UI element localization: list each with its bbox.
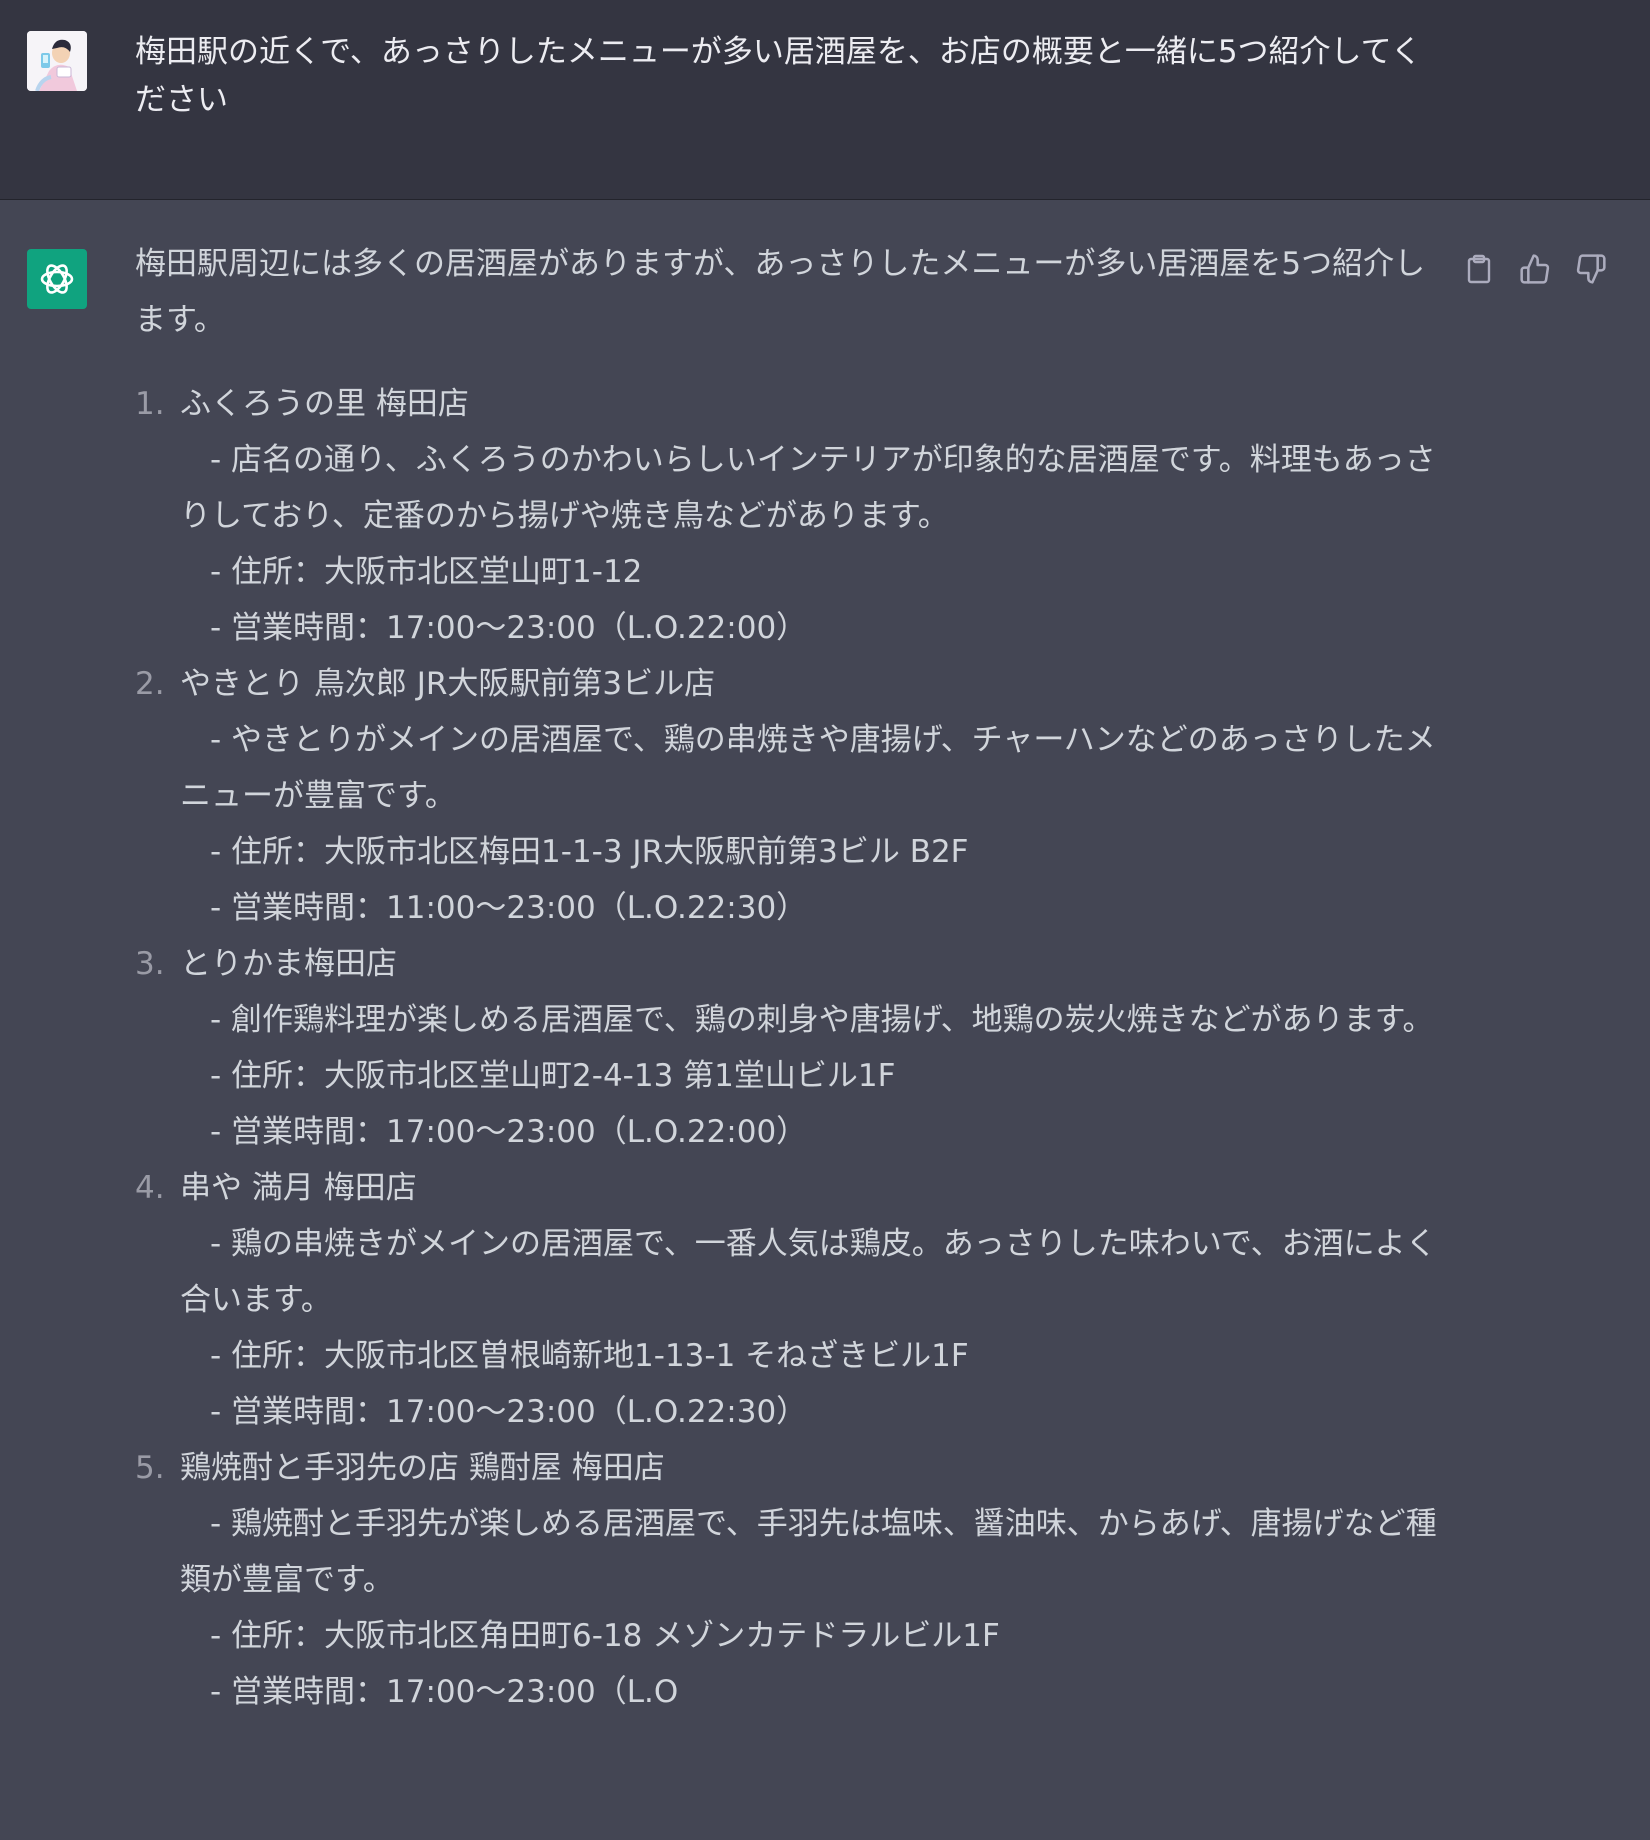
thumbs-down-icon [1576,254,1606,284]
shop-address: - 住所：大阪市北区堂山町1-12 [210,554,643,590]
thumbs-up-icon [1520,254,1550,284]
assistant-message-row: 梅田駅周辺には多くの居酒屋がありますが、あっさりしたメニューが多い居酒屋を5つ紹… [0,200,1650,1840]
assistant-message-content: 梅田駅周辺には多くの居酒屋がありますが、あっさりしたメニューが多い居酒屋を5つ紹… [135,214,1445,1720]
shop-address: - 住所：大阪市北区梅田1-1-3 JR大阪駅前第3ビル B2F [210,834,969,870]
thumbs-down-button[interactable] [1574,252,1608,286]
shop-description: - 店名の通り、ふくろうのかわいらしいインテリアが印象的な居酒屋です。料理もあっ… [180,442,1436,534]
list-number: 5. [135,1450,165,1486]
message-actions [1462,252,1608,286]
shop-description: - 鶏の串焼きがメインの居酒屋で、一番人気は鶏皮。あっさりした味わいで、お酒によ… [180,1226,1437,1318]
clipboard-icon [1467,254,1491,284]
shop-hours: - 営業時間：17:00〜23:00（L.O.22:00） [210,1114,808,1150]
shop-description: - やきとりがメインの居酒屋で、鶏の串焼きや唐揚げ、チャーハンなどのあっさりした… [180,722,1436,814]
shop-list-item: 3. とりかま梅田店 - 創作鶏料理が楽しめる居酒屋で、鶏の刺身や唐揚げ、地鶏の… [135,936,1445,1160]
shop-address: - 住所：大阪市北区角田町6-18 メゾンカテドラルビル1F [210,1618,1000,1654]
shop-list-item: 2. やきとり 鳥次郎 JR大阪駅前第3ビル店 - やきとりがメインの居酒屋で、… [135,656,1445,936]
shop-name: やきとり 鳥次郎 JR大阪駅前第3ビル店 [180,666,716,702]
shop-hours: - 営業時間：11:00〜23:00（L.O.22:30） [210,890,808,926]
shop-list-item: 4. 串や 満月 梅田店 - 鶏の串焼きがメインの居酒屋で、一番人気は鶏皮。あっ… [135,1160,1445,1440]
copy-button[interactable] [1462,252,1496,286]
list-number: 2. [135,666,165,702]
shop-address: - 住所：大阪市北区曽根崎新地1-13-1 そねざきビル1F [210,1338,969,1374]
shop-list-item: 5. 鶏焼酎と手羽先の店 鶏酎屋 梅田店 - 鶏焼酎と手羽先が楽しめる居酒屋で、… [135,1440,1445,1720]
shop-list: 1. ふくろうの里 梅田店 - 店名の通り、ふくろうのかわいらしいインテリアが印… [135,376,1445,1720]
user-avatar-illustration [27,31,87,91]
user-avatar [27,31,87,91]
shop-hours: - 営業時間：17:00〜23:00（L.O [210,1674,679,1710]
chatgpt-logo-icon [27,249,87,309]
list-number: 4. [135,1170,165,1206]
shop-name: 鶏焼酎と手羽先の店 鶏酎屋 梅田店 [180,1450,665,1486]
shop-hours: - 営業時間：17:00〜23:00（L.O.22:30） [210,1394,808,1430]
shop-name: ふくろうの里 梅田店 [180,386,469,422]
list-number: 1. [135,386,165,422]
assistant-intro-text: 梅田駅周辺には多くの居酒屋がありますが、あっさりしたメニューが多い居酒屋を5つ紹… [135,246,1426,338]
user-message-row: 梅田駅の近くで、あっさりしたメニューが多い居酒屋を、お店の概要と一緒に5つ紹介し… [0,0,1650,200]
shop-hours: - 営業時間：17:00〜23:00（L.O.22:00） [210,610,808,646]
shop-description: - 鶏焼酎と手羽先が楽しめる居酒屋で、手羽先は塩味、醤油味、からあげ、唐揚げなど… [180,1506,1437,1598]
list-number: 3. [135,946,165,982]
thumbs-up-button[interactable] [1518,252,1552,286]
shop-address: - 住所：大阪市北区堂山町2-4-13 第1堂山ビル1F [210,1058,896,1094]
user-message-text: 梅田駅の近くで、あっさりしたメニューが多い居酒屋を、お店の概要と一緒に5つ紹介し… [135,34,1422,118]
shop-list-item: 1. ふくろうの里 梅田店 - 店名の通り、ふくろうのかわいらしいインテリアが印… [135,376,1445,656]
shop-description: - 創作鶏料理が楽しめる居酒屋で、鶏の刺身や唐揚げ、地鶏の炭火焼きなどがあります… [210,1002,1434,1038]
shop-name: 串や 満月 梅田店 [180,1170,417,1206]
shop-name: とりかま梅田店 [180,946,397,982]
